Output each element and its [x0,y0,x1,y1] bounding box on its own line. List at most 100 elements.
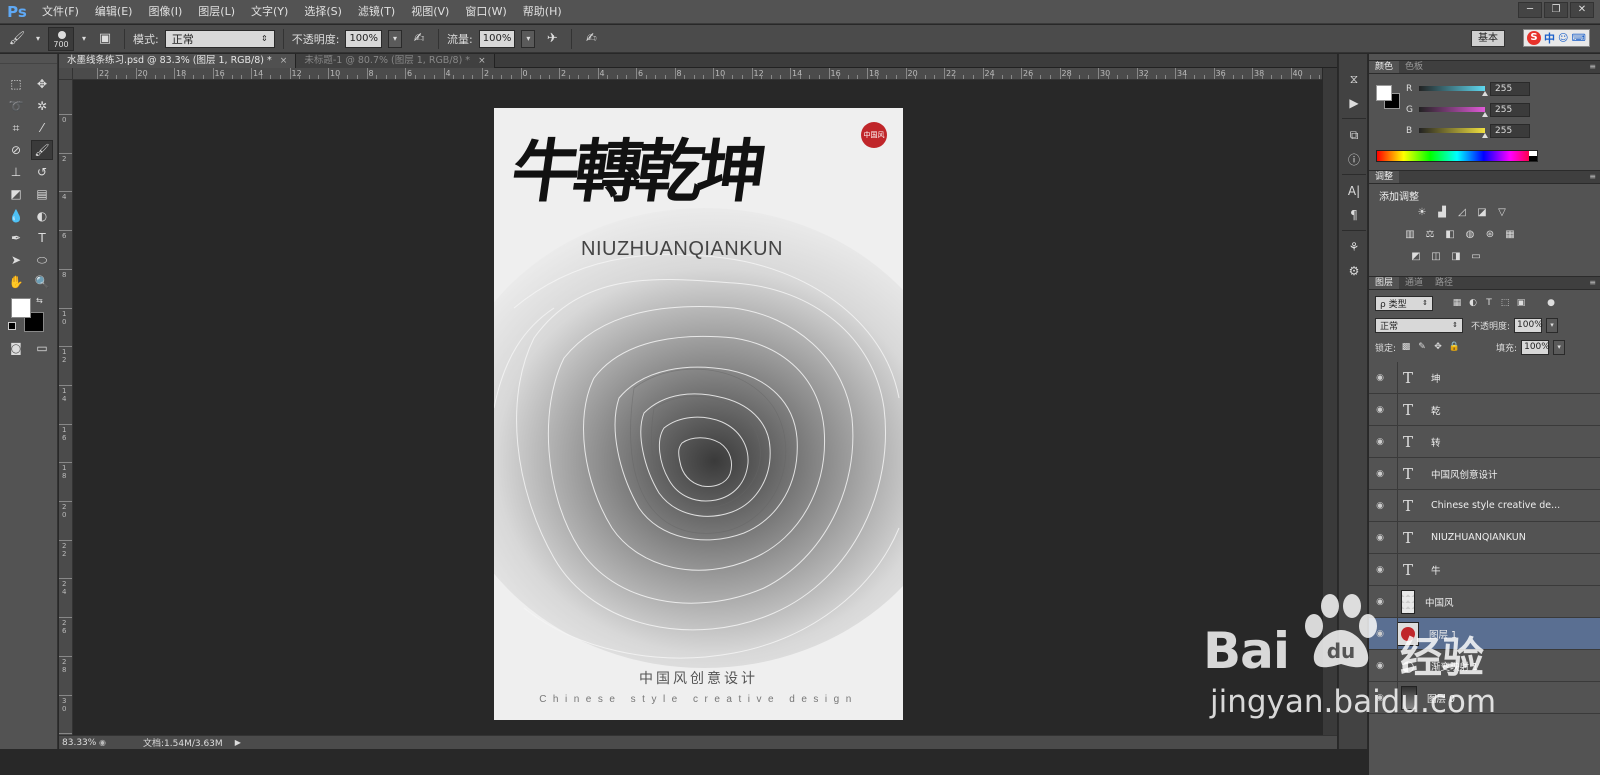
marquee-tool-icon[interactable]: ⬚ [5,74,27,94]
tab-paths[interactable]: 路径 [1429,277,1459,289]
text-layer-icon[interactable]: T [1395,433,1421,451]
layer-name[interactable]: 牛 [1431,563,1441,577]
color-spectrum-bar[interactable] [1376,150,1538,162]
pressure-opacity-icon[interactable]: ✍ [408,29,430,49]
pressure-size-icon[interactable]: ✍ [580,29,602,49]
layer-row[interactable]: ◉ T Chinese style creative de... [1369,490,1600,522]
channel-slider[interactable] [1419,128,1485,133]
healing-brush-tool-icon[interactable]: ⊘ [5,140,27,160]
layer-row[interactable]: ◉ T 牛 [1369,554,1600,586]
layer-row[interactable]: ◉ T 转 [1369,426,1600,458]
airbrush-icon[interactable]: ✈ [541,29,563,49]
shape-tool-icon[interactable]: ⬭ [31,250,53,270]
flow-input[interactable]: 100% [478,29,516,48]
text-layer-icon[interactable]: T [1395,561,1421,579]
chevron-down-icon[interactable]: ▾ [34,29,42,49]
visibility-eye-icon[interactable]: ◉ [1369,469,1391,479]
channel-value-input[interactable]: 255 [1490,124,1530,138]
visibility-eye-icon[interactable]: ◉ [1369,437,1391,447]
layer-filter-select[interactable]: ρ 类型 ⇕ [1375,295,1433,311]
history-panel-icon[interactable]: ⧖ [1344,70,1364,88]
document-tab[interactable]: 水墨线条练习.psd @ 83.3% (图层 1, RGB/8) * × [59,54,297,68]
filter-adjustment-icon[interactable]: ◐ [1467,297,1479,309]
threshold-icon[interactable]: ◨ [1449,250,1463,262]
tab-swatches[interactable]: 色板 [1399,61,1429,73]
lock-pixels-icon[interactable]: ✎ [1416,341,1428,353]
horizontal-ruler[interactable]: 22 20 18 16 14 12 10 8 6 4 2 0 2 4 6 8 10 12 14 16 18 20 22 24 2… [73,68,1322,80]
layer-name[interactable]: NIUZHUANQIANKUN [1431,532,1526,543]
menu-item[interactable]: 选择(S) [296,0,350,24]
black-white-icon[interactable]: ◧ [1443,228,1457,240]
layer-thumbnail[interactable] [1401,589,1415,614]
swap-colors-icon[interactable]: ⇆ [36,296,43,305]
zoom-tool-icon[interactable]: 🔍 [31,272,53,292]
panel-menu-icon[interactable]: ≡ [1589,278,1596,287]
quick-mask-icon[interactable]: ◙ [5,338,27,358]
type-tool-icon[interactable]: T [31,228,53,248]
layer-row[interactable]: ◉ T 乾 [1369,394,1600,426]
layer-row[interactable]: ◉ T 坤 [1369,362,1600,394]
channel-value-input[interactable]: 255 [1490,103,1530,117]
crop-tool-icon[interactable]: ⌗ [5,118,27,138]
eraser-tool-icon[interactable]: ◩ [5,184,27,204]
toolbox-grip[interactable] [0,54,57,64]
screen-mode-icon[interactable]: ▭ [31,338,53,358]
channel-mixer-icon[interactable]: ⊛ [1483,228,1497,240]
visibility-eye-icon[interactable]: ◉ [1369,373,1391,383]
posterize-icon[interactable]: ◫ [1429,250,1443,262]
gradient-map-icon[interactable]: ▭ [1469,250,1483,262]
layer-name[interactable]: 转 [1431,435,1441,449]
filter-shape-icon[interactable]: ⬚ [1499,297,1511,309]
menu-item[interactable]: 窗口(W) [457,0,514,24]
opacity-input[interactable]: 100% [345,29,383,48]
filter-type-icon[interactable]: T [1483,297,1495,309]
text-layer-icon[interactable]: T [1395,497,1421,515]
layer-opacity-input[interactable]: 100% [1514,317,1543,333]
layer-name[interactable]: Chinese style creative de... [1431,500,1560,511]
layer-row[interactable]: ◉ 中国风 [1369,586,1600,618]
paragraph-panel-icon[interactable]: ¶ [1344,206,1364,224]
menu-item[interactable]: 视图(V) [403,0,457,24]
color-panel-foreground[interactable] [1376,85,1392,101]
channel-slider[interactable] [1419,107,1485,112]
eyedropper-tool-icon[interactable]: ⁄ [31,118,53,138]
path-selection-tool-icon[interactable]: ➤ [5,250,27,270]
character-panel-icon[interactable]: A| [1344,182,1364,200]
lock-transparency-icon[interactable]: ▩ [1400,341,1412,353]
panel-menu-icon[interactable]: ≡ [1589,172,1596,181]
invert-icon[interactable]: ◩ [1409,250,1423,262]
ime-tools[interactable]: ☺ ⌨ [1558,33,1586,44]
layer-row[interactable]: ◉ T NIUZHUANQIANKUN [1369,522,1600,554]
menu-item[interactable]: 文件(F) [34,0,87,24]
tab-adjustments[interactable]: 调整 [1369,171,1400,183]
layer-opacity-dropdown[interactable]: ▾ [1546,317,1559,333]
visibility-eye-icon[interactable]: ◉ [1369,501,1391,511]
close-icon[interactable]: × [280,54,288,68]
restore-button[interactable]: ❐ [1544,2,1568,18]
color-balance-icon[interactable]: ⚖ [1423,228,1437,240]
menu-item[interactable]: 图层(L) [190,0,243,24]
layer-comps-icon[interactable]: ⧉ [1344,126,1364,144]
exposure-icon[interactable]: ◪ [1475,206,1489,218]
tab-layers[interactable]: 图层 [1369,277,1400,289]
default-colors-icon[interactable] [8,322,16,330]
vertical-ruler[interactable]: 024681 01 21 41 61 82 02 22 42 62 83 03 … [59,80,73,744]
dodge-tool-icon[interactable]: ◐ [31,206,53,226]
filter-smart-object-icon[interactable]: ▣ [1515,297,1527,309]
layer-name[interactable]: 乾 [1431,403,1441,417]
flow-dropdown[interactable]: ▾ [521,29,536,48]
tool-presets-icon[interactable]: ⚙ [1344,262,1364,280]
channel-slider-thumb[interactable] [1482,112,1488,117]
layer-name[interactable]: 坤 [1431,371,1441,385]
move-tool-icon[interactable]: ✥ [31,74,53,94]
minimize-button[interactable]: ─ [1518,2,1542,18]
actions-panel-icon[interactable]: ▶ [1344,94,1364,112]
channel-value-input[interactable]: 255 [1490,82,1530,96]
menu-item[interactable]: 滤镜(T) [350,0,403,24]
fill-dropdown[interactable]: ▾ [1553,339,1566,355]
menu-item[interactable]: 编辑(E) [87,0,141,24]
brush-tool-icon[interactable]: 🖌 [31,140,53,160]
visibility-eye-icon[interactable]: ◉ [1369,405,1391,415]
ruler-origin[interactable] [59,68,73,80]
close-button[interactable]: ✕ [1570,2,1594,18]
